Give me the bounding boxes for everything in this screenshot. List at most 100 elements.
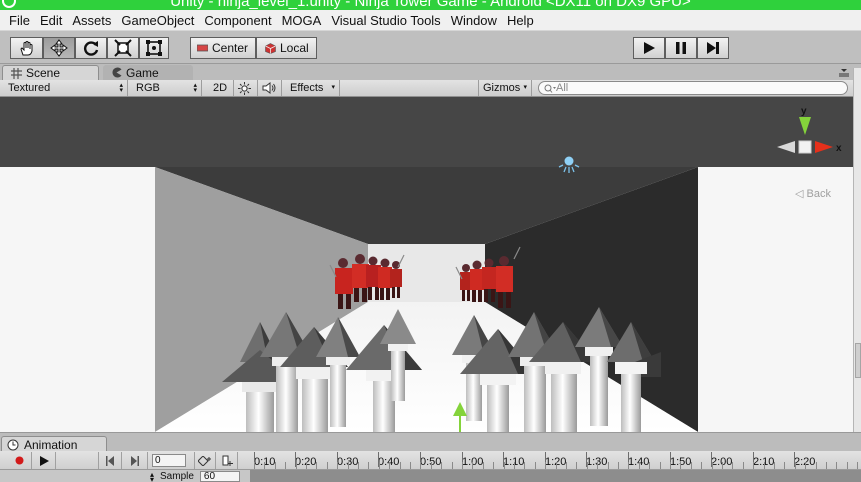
pivot-center-button[interactable]: Center bbox=[190, 37, 256, 59]
dopesheet-area[interactable] bbox=[250, 470, 861, 482]
timeline-minor-tick bbox=[628, 462, 630, 469]
timeline-minor-tick bbox=[358, 462, 359, 469]
mode-2d-toggle[interactable]: 2D bbox=[208, 80, 234, 96]
timeline-minor-tick bbox=[514, 462, 515, 469]
rect-tool-button[interactable] bbox=[139, 37, 169, 59]
frame-input[interactable]: 0 bbox=[152, 454, 186, 467]
scrollbar-thumb[interactable] bbox=[855, 343, 861, 378]
scale-icon bbox=[114, 39, 132, 57]
timeline-minor-tick bbox=[378, 462, 380, 469]
dropdown-arrows-icon: ▴ ▾ bbox=[193, 82, 197, 94]
menu-window[interactable]: Window bbox=[446, 13, 502, 28]
hand-icon bbox=[19, 41, 32, 56]
timeline-minor-tick bbox=[722, 462, 723, 469]
add-event-button[interactable] bbox=[216, 452, 238, 469]
timeline-minor-tick bbox=[701, 462, 703, 469]
hierarchy-search-input[interactable]: All bbox=[538, 81, 848, 95]
timeline-minor-tick bbox=[680, 462, 682, 469]
timeline-minor-tick bbox=[524, 462, 526, 469]
timeline-minor-tick bbox=[670, 462, 671, 469]
menu-component[interactable]: Component bbox=[199, 13, 276, 28]
menu-moga[interactable]: MOGA bbox=[277, 13, 327, 28]
timeline-minor-tick bbox=[482, 462, 484, 469]
panel-scrollbar[interactable] bbox=[853, 68, 861, 432]
timeline-minor-tick bbox=[274, 462, 276, 469]
tab-scene[interactable]: Scene bbox=[2, 65, 99, 80]
timeline-minor-tick bbox=[805, 462, 807, 469]
timeline-minor-tick bbox=[846, 462, 848, 469]
timeline-minor-tick bbox=[337, 462, 339, 469]
pivot-local-label: Local bbox=[280, 41, 309, 55]
add-event-icon bbox=[222, 455, 233, 466]
menu-edit[interactable]: Edit bbox=[35, 13, 67, 28]
main-toolbar: Center Local bbox=[0, 31, 861, 64]
menu-file[interactable]: File bbox=[4, 13, 35, 28]
timeline-minor-tick bbox=[534, 462, 536, 469]
record-button[interactable] bbox=[8, 452, 32, 469]
animation-play-button[interactable] bbox=[32, 452, 56, 469]
move-tool-button[interactable] bbox=[43, 37, 75, 59]
rotate-icon bbox=[84, 41, 99, 56]
timeline-minor-tick bbox=[430, 462, 432, 469]
menu-gameobject[interactable]: GameObject bbox=[116, 13, 199, 28]
lighting-toggle[interactable] bbox=[234, 80, 258, 96]
timeline-minor-tick bbox=[566, 462, 567, 469]
pivot-local-button[interactable]: Local bbox=[256, 37, 317, 59]
menu-assets[interactable]: Assets bbox=[67, 13, 116, 28]
timeline-minor-tick bbox=[753, 462, 755, 469]
render-mode-dropdown[interactable]: Textured ▴ ▾ bbox=[4, 80, 128, 96]
timeline-minor-tick bbox=[586, 462, 588, 469]
scene-viewport[interactable]: y x ◁ Back bbox=[0, 97, 853, 432]
dropdown-arrows-icon: ▴ ▾ bbox=[119, 82, 123, 94]
view-orientation-label[interactable]: ◁ Back bbox=[795, 187, 831, 200]
timeline-minor-tick bbox=[732, 462, 734, 469]
color-mode-label: RGB bbox=[136, 82, 160, 94]
step-forward-icon bbox=[707, 42, 719, 54]
timeline-minor-tick bbox=[649, 462, 651, 469]
prev-keyframe-button[interactable] bbox=[98, 452, 122, 469]
menu-help[interactable]: Help bbox=[502, 13, 539, 28]
pivot-center-label: Center bbox=[212, 41, 249, 55]
window-title: Unity - ninja_level_1.unity - Ninja Towe… bbox=[170, 0, 691, 10]
ceiling-band bbox=[0, 97, 853, 167]
sample-rate-input[interactable]: 60 bbox=[199, 471, 240, 482]
animation-bottom-bar: ▴ ▾ Sample 60 bbox=[0, 470, 861, 482]
sample-label: Sample bbox=[160, 471, 194, 482]
timeline-minor-tick bbox=[794, 462, 796, 469]
timeline-minor-tick bbox=[326, 462, 328, 469]
add-keyframe-button[interactable] bbox=[194, 452, 216, 469]
menu-visual-studio-tools[interactable]: Visual Studio Tools bbox=[326, 13, 445, 28]
pane-options-icon[interactable] bbox=[839, 68, 849, 77]
animation-timeline-ruler[interactable]: 0:10 0:20 0:30 0:40 0:50 1:00 1:10 1:20 … bbox=[250, 451, 861, 470]
gizmo-y-label: y bbox=[801, 106, 807, 117]
step-button[interactable] bbox=[697, 37, 729, 59]
next-keyframe-button[interactable] bbox=[122, 452, 148, 469]
tab-animation[interactable]: Animation bbox=[1, 436, 107, 452]
timeline-minor-tick bbox=[420, 462, 422, 469]
sample-rate-control: ▴ ▾ Sample 60 bbox=[150, 469, 240, 482]
rotate-tool-button[interactable] bbox=[75, 37, 107, 59]
play-button[interactable] bbox=[633, 37, 665, 59]
effects-dropdown[interactable]: Effects ▾ bbox=[286, 80, 340, 96]
tab-game-label: Game bbox=[126, 65, 159, 80]
audio-toggle[interactable] bbox=[258, 80, 282, 96]
pause-button[interactable] bbox=[665, 37, 697, 59]
tab-game[interactable]: Game bbox=[103, 65, 193, 80]
search-icon bbox=[544, 84, 556, 93]
timeline-minor-tick bbox=[638, 462, 640, 469]
pause-icon bbox=[676, 42, 686, 54]
effects-label: Effects bbox=[290, 82, 324, 94]
gizmos-dropdown[interactable]: Gizmos ▾ bbox=[478, 80, 532, 96]
hand-tool-button[interactable] bbox=[10, 37, 43, 59]
gizmo-center-cube[interactable] bbox=[798, 140, 812, 154]
play-icon bbox=[39, 455, 49, 466]
timeline-minor-tick bbox=[389, 462, 391, 469]
dropdown-arrow-icon: ▾ bbox=[331, 84, 335, 91]
timeline-minor-tick bbox=[451, 462, 453, 469]
right-outer-wall bbox=[698, 167, 853, 432]
gizmo-x-label: x bbox=[836, 143, 842, 154]
scale-tool-button[interactable] bbox=[107, 37, 139, 59]
dropdown-arrows-icon: ▴ ▾ bbox=[150, 469, 155, 482]
color-mode-dropdown[interactable]: RGB ▴ ▾ bbox=[132, 80, 202, 96]
game-pacman-icon bbox=[112, 67, 122, 78]
